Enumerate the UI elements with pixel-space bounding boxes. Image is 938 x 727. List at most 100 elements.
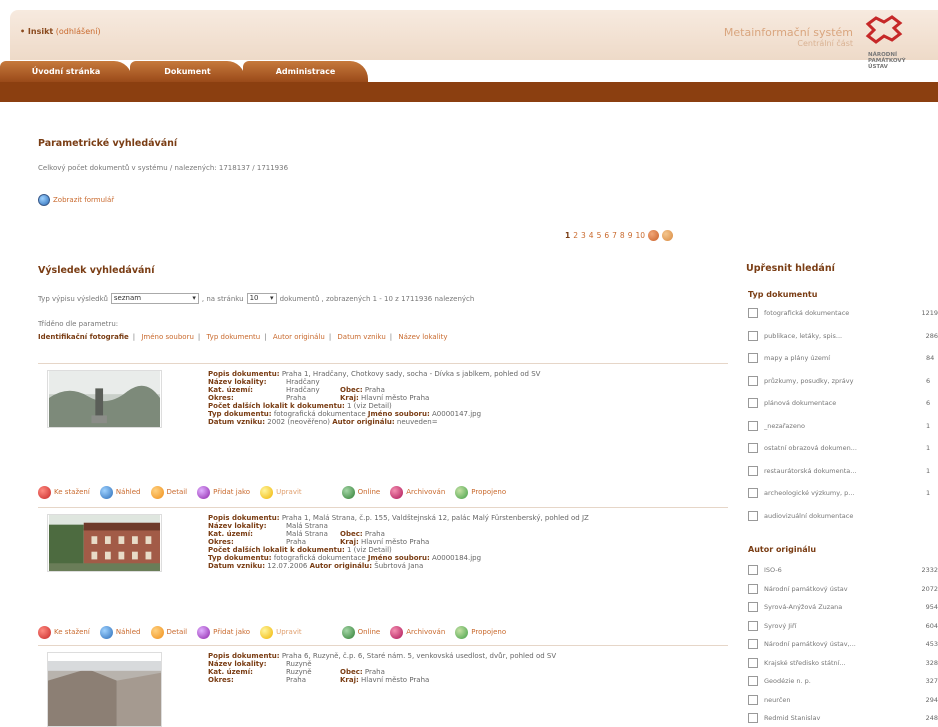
refine-item[interactable]: publikace, letáky, spis... 286 [748,329,938,343]
action-label: Detail [166,488,188,496]
sort-option[interactable]: Datum vzniku [337,333,385,341]
result-info: Popis dokumentu: Praha 1, Hradčany, Chot… [208,370,748,426]
refine-item[interactable]: audiovizuální dokumentace [748,509,938,523]
refine-item[interactable]: _nezařazeno 1 [748,419,938,433]
page-link[interactable]: 6 [604,231,609,240]
refine-item[interactable]: neurčen 294 [748,693,938,707]
refine-count: 286 [925,331,938,340]
checkbox[interactable] [748,375,758,386]
refine-label: neurčen [764,695,791,704]
detail-button[interactable]: Detail [150,485,188,499]
checkbox[interactable] [748,565,758,575]
result-thumbnail[interactable] [47,652,162,727]
checkbox[interactable] [748,639,758,649]
refine-item[interactable]: ostatní obrazová dokumen... 1 [748,441,938,455]
preview-button[interactable]: Náhled [99,625,141,639]
detail-button[interactable]: Detail [150,625,187,639]
refine-count: 1 [926,489,931,497]
sort-option[interactable]: Typ dokumentu [207,333,261,341]
kat-value: Malá Strana [286,530,328,538]
logo-symbol-icon [865,15,903,44]
refine-item[interactable]: Národní památkový ústav,... 453 [748,637,938,651]
sort-option[interactable]: Název lokality [398,333,447,341]
per-page-select[interactable]: 10 ▾ [246,293,277,304]
download-button[interactable]: Ke stažení [38,625,90,639]
checkbox[interactable] [748,465,758,476]
list-type-value: seznam [113,294,142,302]
refine-item[interactable]: plánová dokumentace 6 [748,396,938,410]
npu-logo[interactable]: NÁRODNÍ PAMÁTKOVÝ ÚSTAV [860,14,938,80]
popis-value: Praha 1, Hradčany, Chotkovy sady, socha … [281,370,541,378]
edit-button[interactable]: Upravit [260,485,302,499]
checkbox[interactable] [748,657,758,668]
add-as-button[interactable]: Přidat jako [197,625,251,639]
sort-option[interactable]: Autor originálu [273,333,325,341]
next-page-icon[interactable] [648,230,660,241]
show-form-link[interactable]: Zobrazit formulář [38,194,114,206]
checkbox[interactable] [748,510,758,521]
tab-document[interactable]: Dokument [130,61,245,82]
checkbox[interactable] [748,676,758,686]
download-button[interactable]: Ke stažení [38,485,90,499]
result-item: Popis dokumentu: Praha 1, Hradčany, Chot… [38,370,728,432]
label: Popis dokumentu: [208,652,280,660]
refine-item[interactable]: Národní památkový ústav 2072 [748,582,938,596]
result-thumbnail[interactable] [47,514,162,572]
refine-item[interactable]: Syrový Jiří 604 [748,619,938,633]
logout-link[interactable]: (odhlášení) [56,27,101,36]
archived-status: Archivován [390,625,445,639]
checkbox[interactable] [748,713,758,723]
refine-item[interactable]: průzkumy, posudky, zprávy 6 [748,374,938,388]
sort-active[interactable]: Identifikační fotografie [38,333,129,341]
page-link[interactable]: 8 [620,231,625,240]
refine-item[interactable]: Krajské středisko státní... 328 [748,656,938,670]
checkbox[interactable] [748,443,758,453]
page-link[interactable]: 3 [581,231,586,240]
action-label: Přidat jako [213,628,251,636]
detail-icon [150,625,164,639]
jmeno-value: A0000184.jpg [432,554,482,562]
refine-item[interactable]: archeologické výzkumy, p... 1 [748,486,938,500]
refine-label: publikace, letáky, spis... [764,331,843,340]
pocet-value: 1 (viz Detail) [347,402,392,410]
results-summary: dokumentů , zobrazených 1 - 10 z 1711936… [279,294,475,303]
checkbox[interactable] [748,353,758,363]
page-link[interactable]: 7 [612,231,617,240]
last-page-icon[interactable] [662,230,674,241]
label: Datum vzniku: [208,562,266,570]
refine-item[interactable]: Syrová-Anýžová Zuzana 954 [748,600,938,614]
divider [38,363,728,364]
refine-item[interactable]: Redmid Stanislav 248 [748,711,938,725]
tab-administration[interactable]: Administrace [243,61,368,82]
checkbox[interactable] [748,398,758,408]
page-link[interactable]: 9 [628,231,633,240]
checkbox[interactable] [748,488,758,498]
checkbox[interactable] [748,583,758,594]
refine-item[interactable]: restaurátorská dokumenta... 1 [748,464,938,478]
results-title: Výsledek vyhledávání [38,265,155,276]
checkbox[interactable] [748,308,758,318]
label: Typ dokumentu: [208,554,272,562]
edit-button[interactable]: Upravit [260,625,302,639]
page-link[interactable]: 4 [589,231,594,240]
add-as-button[interactable]: Přidat jako [197,485,250,499]
page-link[interactable]: 2 [573,231,578,240]
page-link[interactable]: 10 [635,231,645,240]
refine-item[interactable]: Geodézie n. p. 327 [748,674,938,688]
checkbox[interactable] [748,620,758,631]
page-link[interactable]: 5 [597,231,602,240]
list-type-select[interactable]: seznam ▾ [110,293,199,304]
checkbox[interactable] [748,330,758,341]
sort-option[interactable]: Jméno souboru [141,333,194,341]
refine-item[interactable]: fotografická dokumentace 1219 [748,306,938,320]
result-thumbnail[interactable] [47,370,162,428]
refine-item[interactable]: ISO-6 2332 [748,563,938,577]
kraj-value: Hlavní město Praha [361,676,430,684]
refine-item[interactable]: mapy a plány území 84 [748,351,938,365]
page-link[interactable]: 1 [565,231,570,240]
checkbox[interactable] [748,420,758,431]
checkbox[interactable] [748,602,758,612]
checkbox[interactable] [748,694,758,705]
preview-button[interactable]: Náhled [99,485,141,499]
tab-home[interactable]: Úvodní stránka [0,61,132,82]
